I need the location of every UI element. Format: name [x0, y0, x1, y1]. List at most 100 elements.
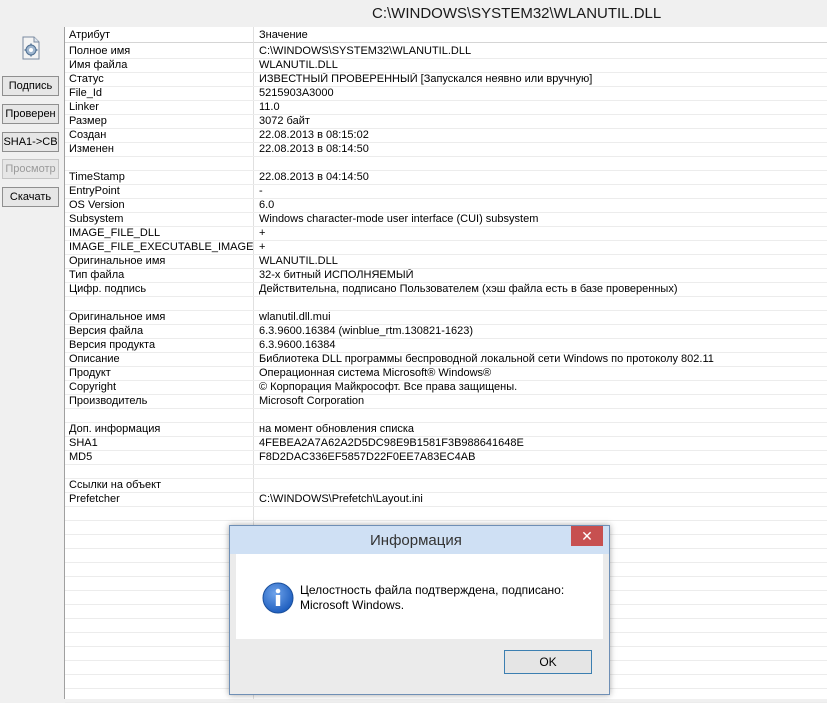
row-gridline [65, 478, 827, 479]
row-value: Microsoft Corporation [259, 395, 365, 407]
table-row[interactable]: Размер 3072 байт [65, 115, 827, 129]
table-row[interactable]: Тип файла 32-х битный ИСПОЛНЯЕМЫЙ [65, 269, 827, 283]
row-gridline [65, 310, 827, 311]
table-row[interactable]: Ссылки на объект [65, 479, 827, 493]
row-value: 6.0 [259, 199, 275, 211]
row-attribute: Полное имя [69, 45, 131, 57]
row-attribute: Copyright [69, 381, 117, 393]
row-attribute: Prefetcher [69, 493, 120, 505]
table-row[interactable]: Prefetcher C:\WINDOWS\Prefetch\Layout.ini [65, 493, 827, 507]
row-gridline [65, 72, 827, 73]
dialog-message-line1: Целостность файла подтверждена, подписан… [300, 583, 565, 597]
row-value: на момент обновления списка [259, 423, 415, 435]
row-attribute: Продукт [69, 367, 111, 379]
window-title: C:\WINDOWS\SYSTEM32\WLANUTIL.DLL [372, 5, 662, 22]
row-gridline [65, 408, 827, 409]
row-attribute: MD5 [69, 451, 93, 463]
table-row[interactable] [65, 409, 827, 423]
row-value: 6.3.9600.16384 [259, 339, 336, 351]
window-titlebar: C:\WINDOWS\SYSTEM32\WLANUTIL.DLL [0, 0, 827, 27]
table-row[interactable]: OS Version 6.0 [65, 199, 827, 213]
table-row[interactable]: Цифр. подпись Действительна, подписано По… [65, 283, 827, 297]
row-value: WLANUTIL.DLL [259, 255, 338, 267]
row-gridline [65, 212, 827, 213]
row-value: - [259, 185, 263, 197]
table-row[interactable] [65, 297, 827, 311]
row-value: © Корпорация Майкрософт. Все права защищ… [259, 381, 518, 393]
row-gridline [65, 506, 827, 507]
dialog-close-button[interactable]: ✕ [571, 526, 603, 546]
row-attribute: Ссылки на объект [69, 479, 162, 491]
left-toolbar: Подпись Проверен SHA1->CB Просмотр Скача… [0, 27, 64, 699]
row-value: WLANUTIL.DLL [259, 59, 338, 71]
table-row[interactable] [65, 157, 827, 171]
row-attribute: Оригинальное имя [69, 311, 166, 323]
row-attribute: Статус [69, 73, 104, 85]
row-value: 6.3.9600.16384 (winblue_rtm.130821-1623) [259, 325, 474, 337]
row-attribute: Создан [69, 129, 107, 141]
row-attribute: Subsystem [69, 213, 124, 225]
row-value: 5215903A3000 [259, 87, 334, 99]
table-row[interactable]: Продукт Операционная система Microsoft® W… [65, 367, 827, 381]
table-row[interactable]: Описание Библиотека DLL программы беспров… [65, 353, 827, 367]
table-row[interactable]: Оригинальное имя wlanutil.dll.mui [65, 311, 827, 325]
view-button[interactable]: Просмотр [2, 159, 59, 179]
table-row[interactable]: Имя файла WLANUTIL.DLL [65, 59, 827, 73]
table-row[interactable]: Версия файла 6.3.9600.16384 (winblue_rtm.… [65, 325, 827, 339]
table-row[interactable]: Linker 11.0 [65, 101, 827, 115]
table-row[interactable]: MD5 F8D2DAC336EF5857D22F0EE7A83EC4AB [65, 451, 827, 465]
row-gridline [65, 422, 827, 423]
row-value: Библиотека DLL программы беспроводной ло… [259, 353, 714, 365]
row-gridline [65, 324, 827, 325]
table-row[interactable]: Производитель Microsoft Corporation [65, 395, 827, 409]
row-gridline [65, 436, 827, 437]
row-gridline [65, 464, 827, 465]
file-settings-icon[interactable] [18, 35, 44, 61]
table-row[interactable] [65, 465, 827, 479]
table-row[interactable]: Subsystem Windows character-mode user int… [65, 213, 827, 227]
row-gridline [65, 268, 827, 269]
row-attribute: SHA1 [69, 437, 98, 449]
row-value: Операционная система Microsoft® Windows® [259, 367, 492, 379]
table-row[interactable]: File_Id 5215903A3000 [65, 87, 827, 101]
table-row[interactable]: EntryPoint - [65, 185, 827, 199]
ok-button[interactable]: OK [504, 650, 592, 674]
row-gridline [65, 114, 827, 115]
row-gridline [65, 86, 827, 87]
row-attribute: Производитель [69, 395, 148, 407]
table-row[interactable]: Создан 22.08.2013 в 08:15:02 [65, 129, 827, 143]
dialog-message: Целостность файла подтверждена, подписан… [300, 583, 600, 613]
table-row[interactable]: Доп. информация на момент обновления спис… [65, 423, 827, 437]
verified-button[interactable]: Проверен [2, 104, 59, 124]
row-attribute: Изменен [69, 143, 114, 155]
row-value: Действительна, подписано Пользователем (… [259, 283, 678, 295]
dialog-body: Целостность файла подтверждена, подписан… [236, 554, 603, 639]
row-attribute: Версия файла [69, 325, 144, 337]
row-gridline [65, 492, 827, 493]
table-row[interactable]: TimeStamp 22.08.2013 в 04:14:50 [65, 171, 827, 185]
row-gridline [65, 394, 827, 395]
download-button[interactable]: Скачать [2, 187, 59, 207]
row-value: + [259, 241, 266, 253]
table-row[interactable]: Версия продукта 6.3.9600.16384 [65, 339, 827, 353]
row-attribute: File_Id [69, 87, 103, 99]
row-attribute: Имя файла [69, 59, 128, 71]
signature-button[interactable]: Подпись [2, 76, 59, 96]
column-header-value[interactable]: Значение [259, 29, 308, 41]
row-gridline [65, 450, 827, 451]
row-value: C:\WINDOWS\Prefetch\Layout.ini [259, 493, 423, 505]
table-row[interactable]: SHA1 4FEBEA2A7A62A2D5DC98E9B1581F3B988641… [65, 437, 827, 451]
table-row[interactable]: Изменен 22.08.2013 в 08:14:50 [65, 143, 827, 157]
row-attribute: IMAGE_FILE_DLL [69, 227, 161, 239]
column-header-attribute[interactable]: Атрибут [69, 29, 110, 41]
table-row[interactable]: Оригинальное имя WLANUTIL.DLL [65, 255, 827, 269]
sha1-to-clipboard-button[interactable]: SHA1->CB [2, 132, 59, 152]
row-gridline [65, 240, 827, 241]
table-row[interactable]: Статус ИЗВЕСТНЫЙ ПРОВЕРЕННЫЙ [Запускался … [65, 73, 827, 87]
dialog-message-line2: Microsoft Windows. [300, 598, 405, 612]
table-row[interactable]: Полное имя C:\WINDOWS\SYSTEM32\WLANUTIL.D… [65, 45, 827, 59]
row-attribute: EntryPoint [69, 185, 120, 197]
table-row[interactable]: IMAGE_FILE_EXECUTABLE_IMAGE + [65, 241, 827, 255]
table-row[interactable]: IMAGE_FILE_DLL + [65, 227, 827, 241]
table-row[interactable]: Copyright © Корпорация Майкрософт. Все пр… [65, 381, 827, 395]
